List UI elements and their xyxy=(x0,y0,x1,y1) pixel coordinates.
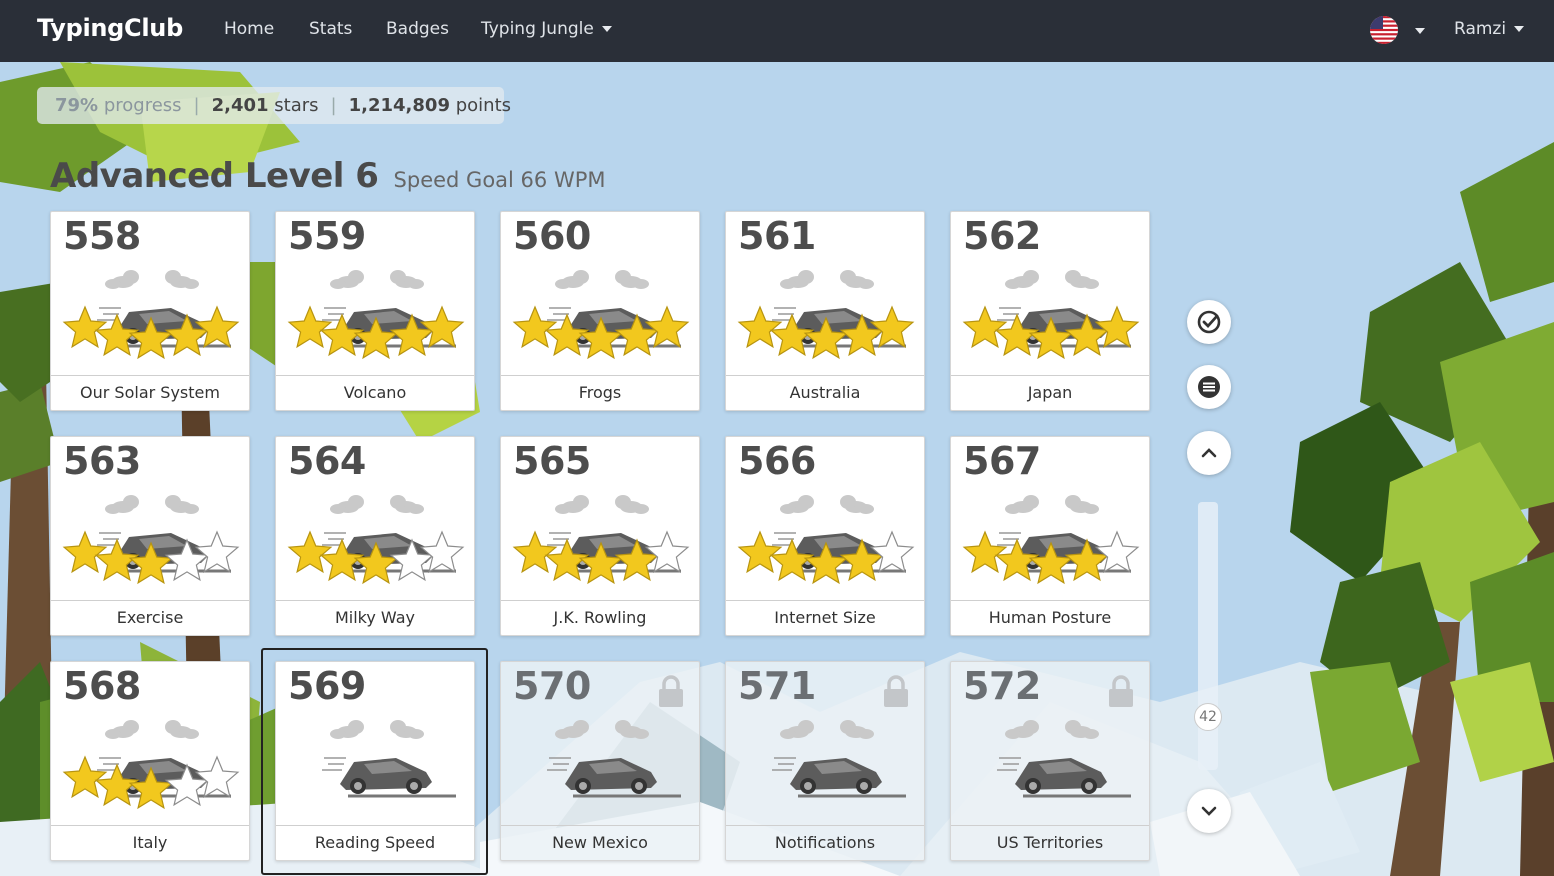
lesson-card[interactable]: 559 Volcano xyxy=(275,211,475,411)
lesson-card[interactable]: 562 Japan xyxy=(950,211,1150,411)
lock-icon xyxy=(1109,675,1133,707)
points-label: points xyxy=(455,95,512,116)
lesson-card[interactable]: 560 Frogs xyxy=(500,211,700,411)
lesson-number: 559 xyxy=(288,214,366,258)
lesson-car-art xyxy=(962,495,1140,585)
stars-label: stars xyxy=(274,95,319,116)
us-flag-icon[interactable] xyxy=(1370,16,1398,44)
lesson-card[interactable]: 561 Australia xyxy=(725,211,925,411)
lesson-number: 562 xyxy=(963,214,1041,258)
lesson-card[interactable]: 558 Our Solar System xyxy=(50,211,250,411)
lesson-car-art xyxy=(737,270,915,360)
nav-stats[interactable]: Stats xyxy=(309,19,352,39)
scroll-thumb[interactable]: 42 xyxy=(1194,703,1222,731)
level-header: Advanced Level 6 Speed Goal 66 WPM xyxy=(50,156,606,196)
nav-home[interactable]: Home xyxy=(224,19,274,39)
lesson-car-art xyxy=(962,270,1140,360)
lesson-card[interactable]: 571 Notifications xyxy=(725,661,925,861)
top-navbar: TypingClub Home Stats Badges Typing Jung… xyxy=(0,0,1554,62)
lesson-car-art xyxy=(997,720,1131,798)
user-name: Ramzi xyxy=(1454,19,1507,39)
lesson-name: Notifications xyxy=(726,825,924,860)
lesson-number: 566 xyxy=(738,439,816,483)
menu-icon xyxy=(1198,376,1220,398)
lesson-name: J.K. Rowling xyxy=(501,600,699,635)
lesson-name: Exercise xyxy=(51,600,249,635)
menu-button[interactable] xyxy=(1187,365,1231,409)
lesson-number: 571 xyxy=(738,664,816,708)
lesson-number: 560 xyxy=(513,214,591,258)
nav-typing-jungle-dropdown[interactable]: Typing Jungle xyxy=(481,19,612,39)
lesson-number: 568 xyxy=(63,664,141,708)
lesson-card[interactable]: 564 Milky Way xyxy=(275,436,475,636)
lesson-card[interactable]: 568 Italy xyxy=(50,661,250,861)
language-chevron-down-icon[interactable] xyxy=(1415,28,1425,34)
lesson-car-art xyxy=(62,720,240,810)
lesson-number: 558 xyxy=(63,214,141,258)
progress-value: 79% xyxy=(55,95,99,116)
scroll-down-button[interactable] xyxy=(1187,789,1231,833)
check-circle-icon xyxy=(1197,310,1221,334)
lesson-name: Internet Size xyxy=(726,600,924,635)
brand-logo[interactable]: TypingClub xyxy=(37,14,183,42)
lesson-car-art xyxy=(772,720,906,798)
lesson-card[interactable]: 572 US Territories xyxy=(950,661,1150,861)
stars-value: 2,401 xyxy=(211,95,269,116)
lesson-name: Milky Way xyxy=(276,600,474,635)
lock-icon xyxy=(659,675,683,707)
lesson-car-art xyxy=(287,495,465,585)
level-title: Advanced Level 6 xyxy=(50,156,379,196)
speed-goal: Speed Goal 66 WPM xyxy=(393,168,606,192)
progress-check-button[interactable] xyxy=(1187,300,1231,344)
lesson-number: 563 xyxy=(63,439,141,483)
lesson-number: 567 xyxy=(963,439,1041,483)
lesson-number: 570 xyxy=(513,664,591,708)
chevron-down-icon xyxy=(1514,26,1525,32)
lesson-name: Australia xyxy=(726,375,924,410)
lesson-number: 564 xyxy=(288,439,366,483)
lesson-number: 572 xyxy=(963,664,1041,708)
lesson-card[interactable]: 563 Exercise xyxy=(50,436,250,636)
lesson-name: Volcano xyxy=(276,375,474,410)
lesson-name: Human Posture xyxy=(951,600,1149,635)
lesson-car-art xyxy=(512,270,690,360)
lesson-car-art xyxy=(737,495,915,585)
lesson-card[interactable]: 567 Human Posture xyxy=(950,436,1150,636)
lesson-name: Italy xyxy=(51,825,249,860)
lesson-card[interactable]: 566 Internet Size xyxy=(725,436,925,636)
lesson-name: Japan xyxy=(951,375,1149,410)
nav-badges[interactable]: Badges xyxy=(386,19,449,39)
lesson-number: 565 xyxy=(513,439,591,483)
lesson-car-art xyxy=(547,720,681,798)
lesson-card[interactable]: 570 New Mexico xyxy=(500,661,700,861)
chevron-down-icon xyxy=(1201,806,1217,816)
chevron-down-icon xyxy=(601,26,612,32)
lesson-number: 561 xyxy=(738,214,816,258)
lesson-car-art xyxy=(287,270,465,360)
lesson-car-art xyxy=(62,270,240,360)
user-menu-dropdown[interactable]: Ramzi xyxy=(1454,19,1525,39)
selected-lesson-highlight xyxy=(261,648,488,875)
lesson-car-art xyxy=(62,495,240,585)
lesson-car-art xyxy=(512,495,690,585)
nav-typing-jungle-label: Typing Jungle xyxy=(481,19,594,39)
lesson-name: New Mexico xyxy=(501,825,699,860)
progress-label: progress xyxy=(103,95,182,116)
lesson-card[interactable]: 565 J.K. Rowling xyxy=(500,436,700,636)
chevron-up-icon xyxy=(1201,448,1217,458)
lesson-name: US Territories xyxy=(951,825,1149,860)
lock-icon xyxy=(884,675,908,707)
lesson-name: Our Solar System xyxy=(51,375,249,410)
stats-summary: 79% progress | 2,401 stars | 1,214,809 point… xyxy=(37,87,511,124)
scroll-up-button[interactable] xyxy=(1187,431,1231,475)
lesson-name: Frogs xyxy=(501,375,699,410)
points-value: 1,214,809 xyxy=(348,95,450,116)
